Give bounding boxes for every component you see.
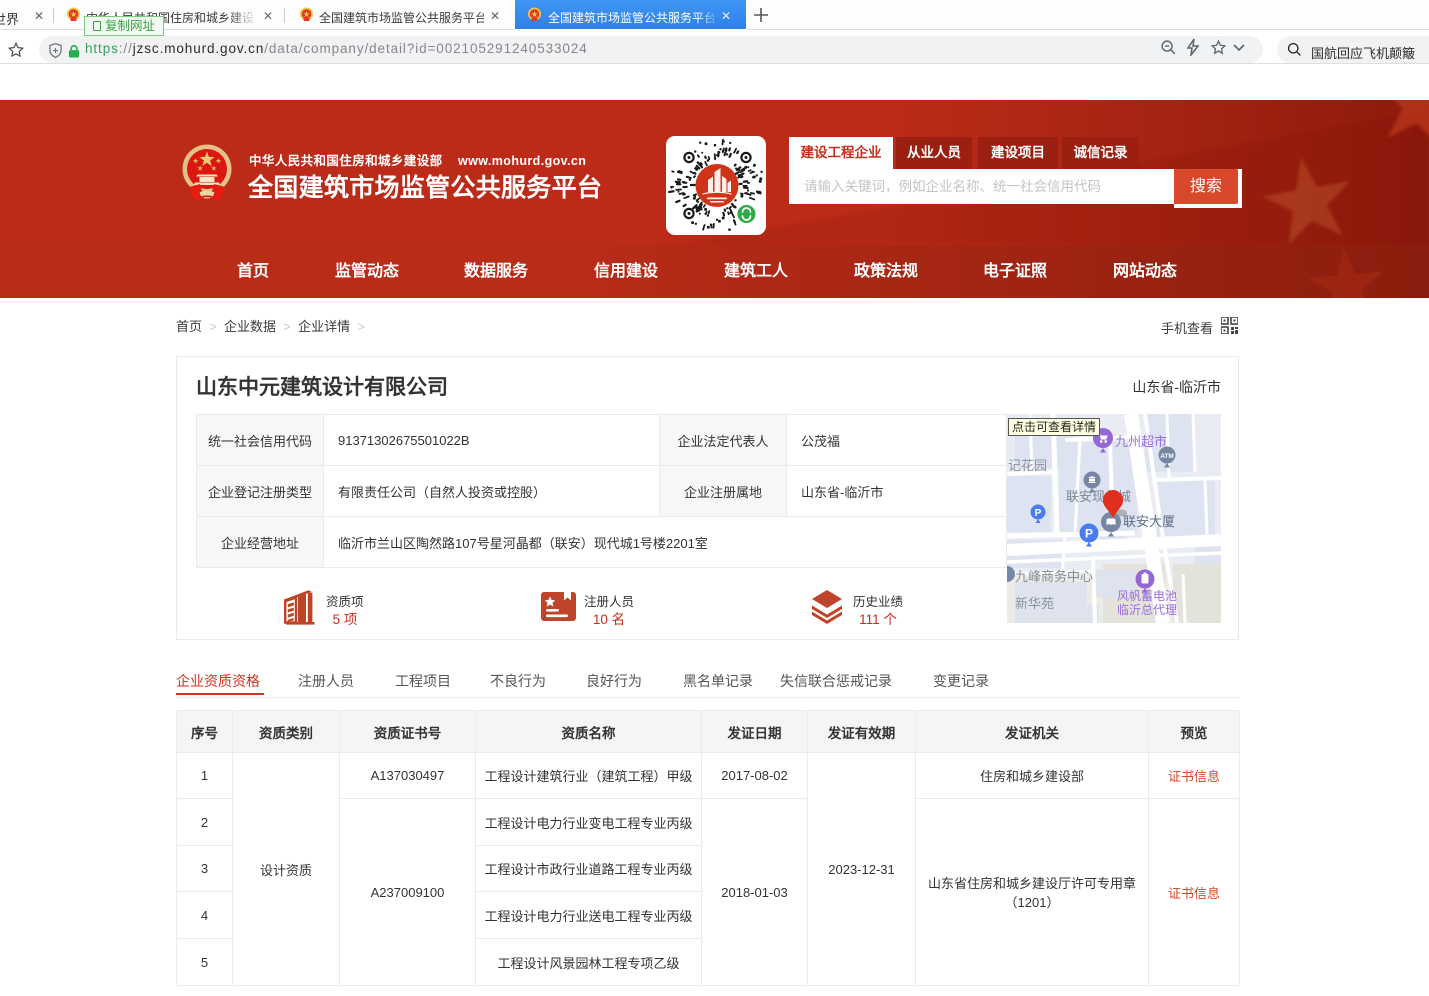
svg-text:ATM: ATM bbox=[1160, 453, 1174, 460]
svg-text:新华苑: 新华苑 bbox=[1015, 596, 1054, 611]
svg-text:临沂总代理: 临沂总代理 bbox=[1117, 603, 1177, 617]
svg-text:P: P bbox=[1085, 527, 1093, 541]
svg-text:联安大厦: 联安大厦 bbox=[1123, 514, 1175, 529]
svg-text:九峰商务中心: 九峰商务中心 bbox=[1015, 569, 1093, 584]
svg-text:九州超市: 九州超市 bbox=[1115, 434, 1167, 449]
svg-text:P: P bbox=[1035, 508, 1042, 519]
svg-text:记花园: 记花园 bbox=[1008, 458, 1047, 473]
svg-text:风帆蓄电池: 风帆蓄电池 bbox=[1117, 588, 1177, 603]
